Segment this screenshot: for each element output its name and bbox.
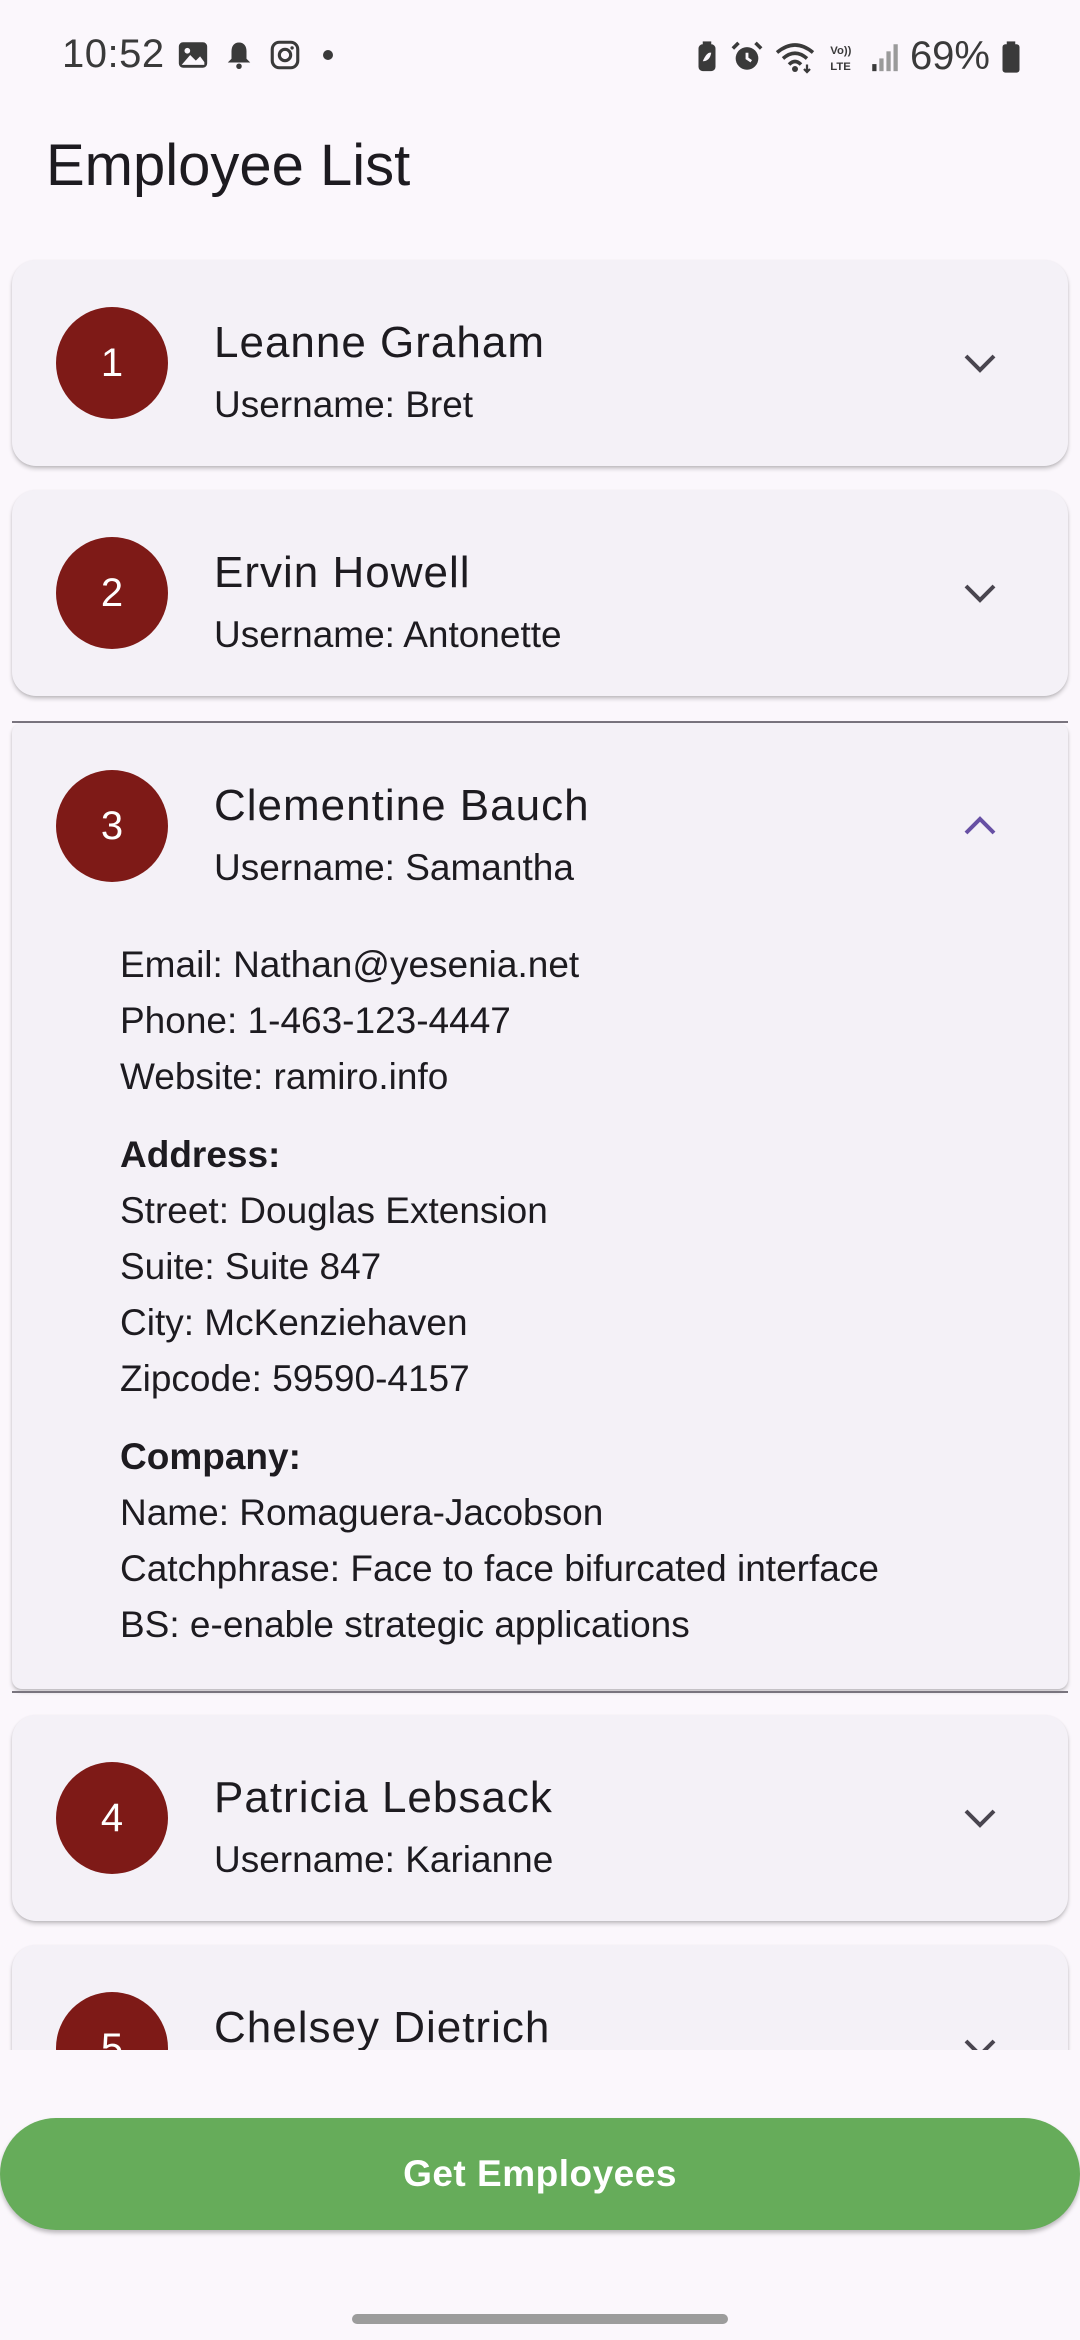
signal-icon (870, 40, 900, 74)
wifi-icon (774, 40, 816, 74)
gesture-navigation-bar[interactable] (352, 2314, 728, 2324)
contact-info: Email: Nathan@yesenia.net Phone: 1-463-1… (120, 937, 1068, 1105)
instagram-icon (268, 38, 302, 72)
phone-text: Phone: 1-463-123-4447 (120, 1000, 511, 1041)
catchphrase-text: Catchphrase: Face to face bifurcated int… (120, 1548, 879, 1589)
employee-details: Email: Nathan@yesenia.net Phone: 1-463-1… (12, 929, 1068, 1653)
avatar: 3 (56, 770, 168, 882)
dot-icon (316, 38, 340, 72)
battery-percent: 69% (909, 34, 990, 78)
notification-bell-icon (224, 38, 254, 72)
battery-saver-icon (694, 40, 720, 74)
status-icons-left (176, 38, 340, 72)
employee-card-header[interactable]: 5 Chelsey Dietrich (12, 1945, 1068, 2050)
chevron-down-icon[interactable] (960, 1803, 1000, 1833)
svg-text:Vo)): Vo)) (830, 45, 851, 57)
employee-card-header[interactable]: 1 Leanne Graham Username: Bret (12, 260, 1068, 466)
svg-text:LTE: LTE (830, 60, 851, 72)
zipcode-text: Zipcode: 59590-4157 (120, 1358, 470, 1399)
website-text: Website: ramiro.info (120, 1056, 449, 1097)
employee-name: Ervin Howell (214, 548, 471, 597)
employee-card[interactable]: 2 Ervin Howell Username: Antonette (12, 490, 1068, 696)
employee-username: Username: Karianne (214, 1839, 554, 1880)
chevron-down-icon[interactable] (960, 2033, 1000, 2050)
battery-icon (1000, 40, 1022, 74)
bs-text: BS: e-enable strategic applications (120, 1604, 690, 1645)
avatar: 4 (56, 1762, 168, 1874)
avatar: 1 (56, 307, 168, 419)
page-title: Employee List (46, 133, 411, 198)
employee-card[interactable]: 1 Leanne Graham Username: Bret (12, 260, 1068, 466)
alarm-icon (730, 40, 764, 74)
employee-card[interactable]: 4 Patricia Lebsack Username: Karianne (12, 1715, 1068, 1921)
divider (12, 1691, 1068, 1693)
email-text: Email: Nathan@yesenia.net (120, 944, 580, 985)
status-time: 10:52 (62, 32, 165, 76)
city-text: City: McKenziehaven (120, 1302, 468, 1343)
employee-card-header[interactable]: 3 Clementine Bauch Username: Samantha (12, 723, 1068, 929)
company-section: Company: Name: Romaguera-Jacobson Catchp… (120, 1429, 1068, 1653)
employee-list[interactable]: 1 Leanne Graham Username: Bret 2 Ervin H… (0, 250, 1080, 2050)
employee-username: Username: Antonette (214, 614, 562, 655)
avatar: 5 (56, 1992, 168, 2050)
chevron-down-icon[interactable] (960, 578, 1000, 608)
status-icons-right: Vo)) LTE 69% (694, 34, 1022, 79)
get-employees-button[interactable]: Get Employees (0, 2118, 1080, 2230)
status-bar: 10:52 Vo)) LTE 69% (0, 0, 1080, 112)
employee-card-expanded[interactable]: 3 Clementine Bauch Username: Samantha Em… (12, 723, 1068, 1689)
company-heading: Company: (120, 1436, 301, 1477)
employee-name: Patricia Lebsack (214, 1773, 553, 1822)
address-section: Address: Street: Douglas Extension Suite… (120, 1127, 1068, 1407)
employee-name: Chelsey Dietrich (214, 2003, 551, 2050)
employee-name: Leanne Graham (214, 318, 545, 367)
avatar: 2 (56, 537, 168, 649)
employee-username: Username: Bret (214, 384, 474, 425)
chevron-up-icon[interactable] (960, 811, 1000, 841)
address-heading: Address: (120, 1134, 281, 1175)
employee-card-header[interactable]: 4 Patricia Lebsack Username: Karianne (12, 1715, 1068, 1921)
gallery-icon (176, 38, 210, 72)
chevron-down-icon[interactable] (960, 348, 1000, 378)
employee-username: Username: Samantha (214, 847, 574, 888)
employee-name: Clementine Bauch (214, 781, 590, 830)
volte-icon: Vo)) LTE (826, 40, 860, 74)
suite-text: Suite: Suite 847 (120, 1246, 382, 1287)
street-text: Street: Douglas Extension (120, 1190, 548, 1231)
employee-card-header[interactable]: 2 Ervin Howell Username: Antonette (12, 490, 1068, 696)
company-name-text: Name: Romaguera-Jacobson (120, 1492, 604, 1533)
employee-card[interactable]: 5 Chelsey Dietrich (12, 1945, 1068, 2050)
